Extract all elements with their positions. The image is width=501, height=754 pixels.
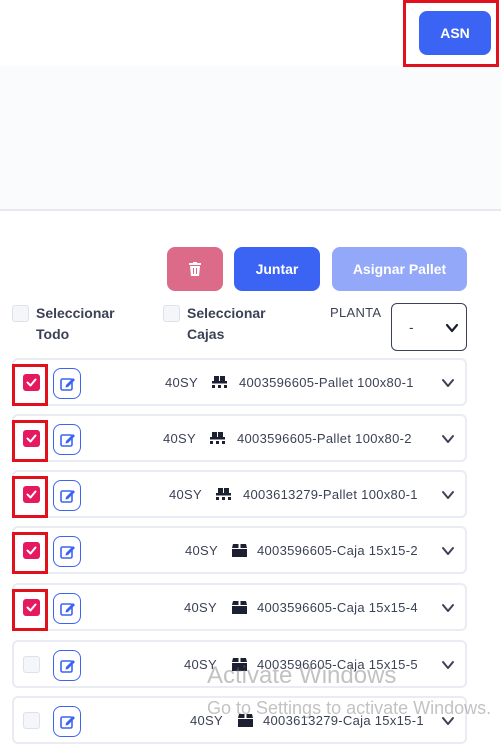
chevron-down-icon [445,323,459,333]
edit-icon [60,603,75,616]
row-checkbox[interactable] [23,542,40,559]
pallet-icon [210,432,225,444]
check-icon [26,603,37,612]
list-item[interactable]: 40SY 4003596605-Caja 15x15-4 [12,583,467,631]
edit-button[interactable] [53,650,81,681]
check-icon [26,490,37,499]
edit-button[interactable] [53,593,81,624]
select-boxes-label-line2: Cajas [187,326,225,342]
check-icon [26,378,37,387]
edit-button[interactable] [53,536,81,567]
check-icon [26,434,37,443]
edit-icon [60,378,75,391]
assign-pallet-button[interactable]: Asignar Pallet [332,247,467,291]
chevron-down-icon[interactable] [441,658,455,672]
chevron-down-icon[interactable] [441,376,455,390]
planta-label: PLANTA [330,305,382,320]
select-all-checkbox[interactable] [12,305,29,322]
list-item[interactable]: 40SY 4003596605-Pallet 100x80-2 [12,414,467,462]
edit-icon [60,660,75,673]
box-icon [232,600,247,614]
chevron-down-icon[interactable] [441,488,455,502]
planta-select[interactable]: - [391,303,467,351]
chevron-down-icon[interactable] [441,544,455,558]
row-code: 40SY [169,487,203,502]
row-code: 40SY [163,431,197,446]
divider [0,209,501,211]
pallet-icon [212,376,227,388]
activation-watermark: Activate Windows [207,662,397,689]
list-item[interactable]: 40SY 4003596605-Caja 15x15-2 [12,526,467,574]
row-code: 40SY [165,375,199,390]
list-item[interactable]: 40SY 4003613279-Pallet 100x80-1 [12,470,467,518]
row-checkbox[interactable] [23,712,40,729]
select-all-label-line2: Todo [36,326,70,342]
chevron-down-icon[interactable] [441,601,455,615]
edit-icon [60,490,75,503]
edit-button[interactable] [53,706,81,737]
row-checkbox[interactable] [23,486,40,503]
edit-button[interactable] [53,480,81,511]
row-description: 4003596605-Pallet 100x80-1 [239,375,414,390]
select-all-label: Seleccionar [36,305,115,321]
chevron-down-icon[interactable] [441,432,455,446]
row-description: 4003596605-Caja 15x15-4 [257,600,418,615]
asn-button[interactable]: ASN [419,11,491,55]
edit-button[interactable] [53,368,81,399]
pallet-icon [216,488,231,500]
list-item[interactable]: 40SY 4003596605-Pallet 100x80-1 [12,358,467,406]
join-button[interactable]: Juntar [234,247,320,291]
select-boxes-checkbox[interactable] [163,305,180,322]
row-code: 40SY [184,600,218,615]
row-code: 40SY [185,543,219,558]
select-boxes-label: Seleccionar [187,305,266,321]
row-checkbox[interactable] [23,430,40,447]
row-checkbox[interactable] [23,374,40,391]
edit-icon [60,434,75,447]
edit-icon [60,546,75,559]
edit-icon [60,716,75,729]
row-checkbox[interactable] [23,656,40,673]
check-icon [26,546,37,555]
delete-button[interactable] [167,247,223,291]
box-icon [232,543,247,557]
planta-value: - [409,319,414,335]
blank-panel [0,66,501,209]
row-description: 4003596605-Caja 15x15-2 [257,543,418,558]
row-description: 4003596605-Pallet 100x80-2 [237,431,412,446]
row-description: 4003613279-Pallet 100x80-1 [243,487,418,502]
activation-watermark-hint: Go to Settings to activate Windows. [207,698,492,718]
trash-icon [189,262,201,276]
row-checkbox[interactable] [23,599,40,616]
edit-button[interactable] [53,424,81,455]
